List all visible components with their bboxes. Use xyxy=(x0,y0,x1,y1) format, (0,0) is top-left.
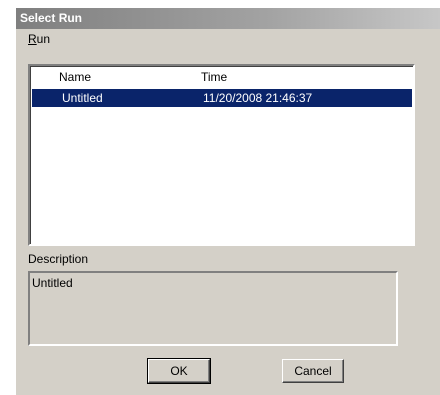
cancel-button[interactable]: Cancel xyxy=(282,359,344,383)
select-run-dialog: Select Run Run Name Time Untitled 11/20/… xyxy=(16,8,440,395)
table-row[interactable]: Untitled 11/20/2008 21:46:37 xyxy=(32,89,412,107)
row-time: 11/20/2008 21:46:37 xyxy=(203,91,313,105)
runs-list[interactable]: Name Time Untitled 11/20/2008 21:46:37 xyxy=(28,64,415,246)
window-title: Select Run xyxy=(20,11,83,25)
description-label: Description xyxy=(28,252,89,266)
menu-run-mnemonic: R xyxy=(28,32,37,46)
description-text: Untitled xyxy=(32,276,73,290)
menu-bar: Run xyxy=(16,30,440,49)
column-header-time[interactable]: Time xyxy=(201,70,227,84)
title-bar[interactable]: Select Run xyxy=(16,8,440,29)
row-name: Untitled xyxy=(62,91,103,105)
description-field[interactable]: Untitled xyxy=(28,271,398,346)
column-header-name[interactable]: Name xyxy=(59,70,91,84)
menu-run[interactable]: Run xyxy=(24,32,54,47)
runs-list-frame: Name Time Untitled 11/20/2008 21:46:37 xyxy=(30,66,413,244)
menu-run-label: un xyxy=(36,32,51,46)
list-header: Name Time xyxy=(31,67,413,86)
ok-button[interactable]: OK xyxy=(147,358,211,384)
